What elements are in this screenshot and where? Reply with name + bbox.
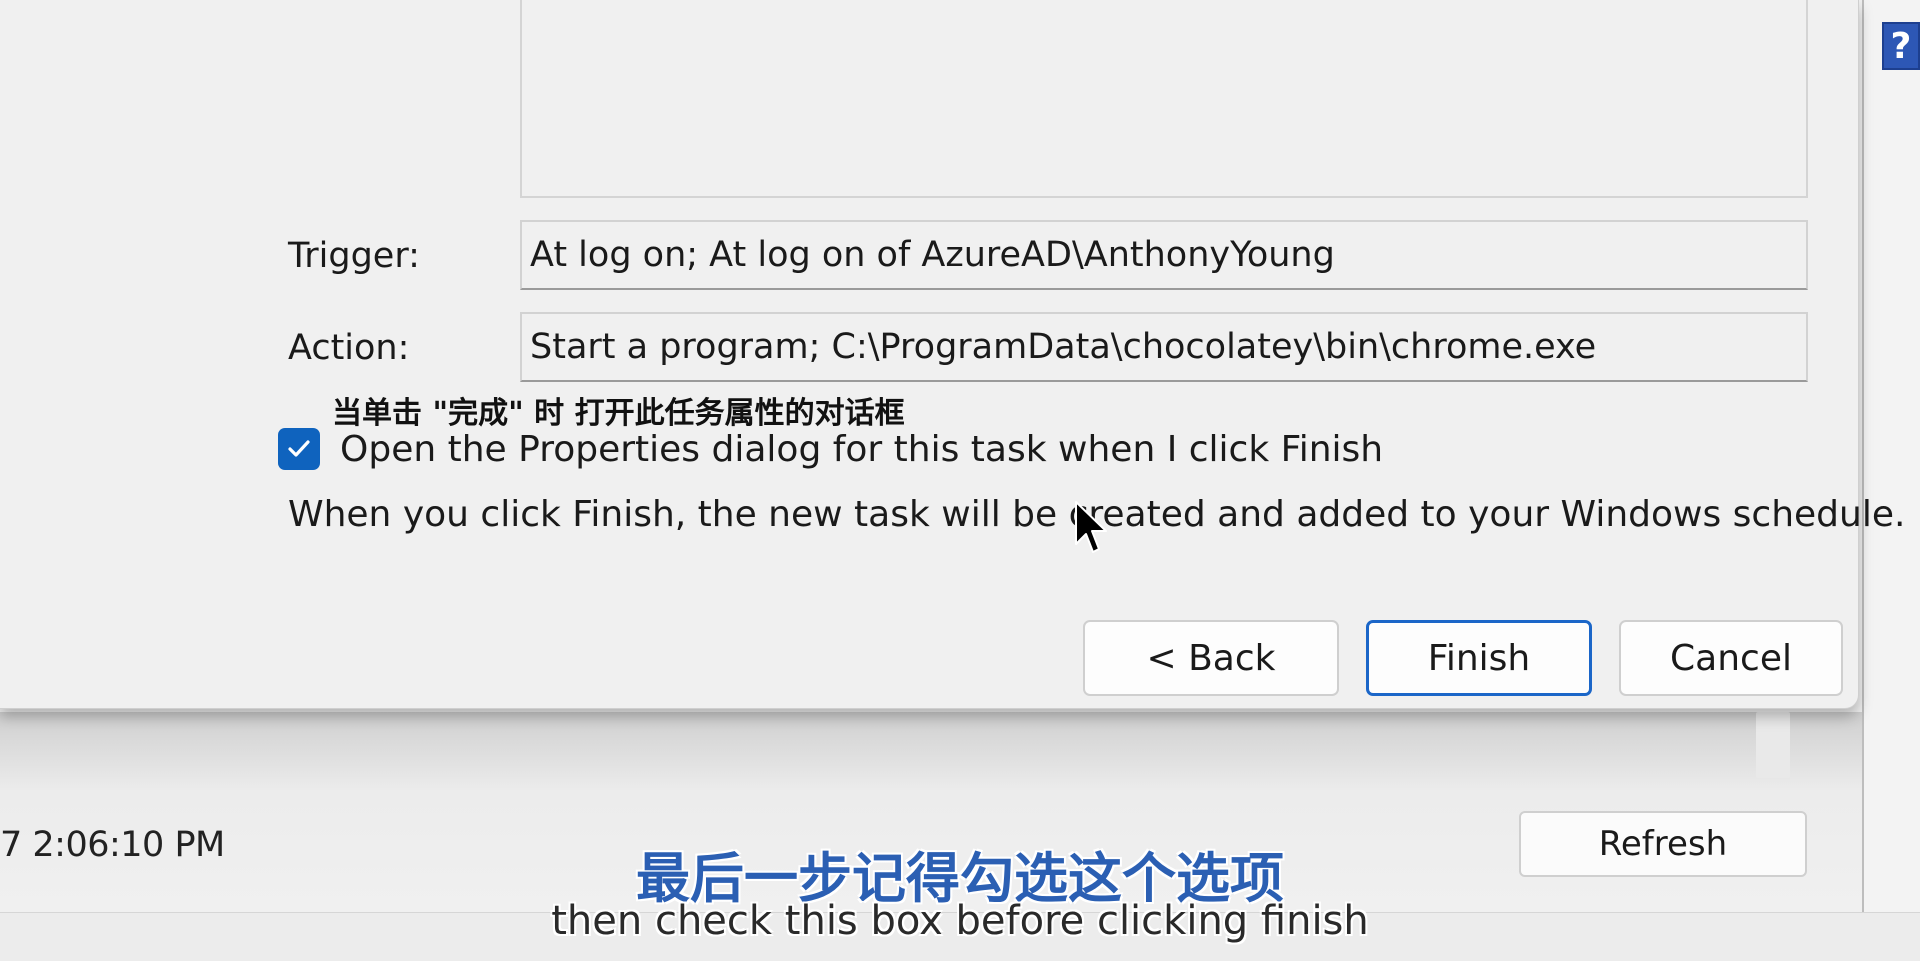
action-label: Action: [288,328,410,368]
trigger-label: Trigger: [288,236,420,276]
back-button[interactable]: < Back [1083,620,1339,696]
finish-button[interactable]: Finish [1366,620,1592,696]
subtitle-english: then check this box before clicking fini… [551,898,1369,944]
cancel-button[interactable]: Cancel [1619,620,1843,696]
trigger-value: At log on; At log on of AzureAD\AnthonyY… [520,220,1808,290]
checkmark-icon [288,440,310,457]
description-box [520,0,1808,198]
chinese-annotation: 当单击 "完成" 时 打开此任务属性的对话框 [332,396,905,431]
help-icon[interactable]: ? [1882,22,1920,70]
create-task-wizard-dialog: Trigger: At log on; At log on of AzureAD… [0,0,1905,709]
right-side-panel [1862,0,1920,912]
open-properties-checkbox[interactable] [278,428,320,470]
background-scroll-area[interactable] [1756,712,1790,778]
open-properties-option[interactable]: Open the Properties dialog for this task… [278,428,1383,470]
action-value: Start a program; C:\ProgramData\chocolat… [520,312,1808,382]
open-properties-label: Open the Properties dialog for this task… [340,428,1384,470]
mouse-cursor-icon [1075,501,1107,553]
